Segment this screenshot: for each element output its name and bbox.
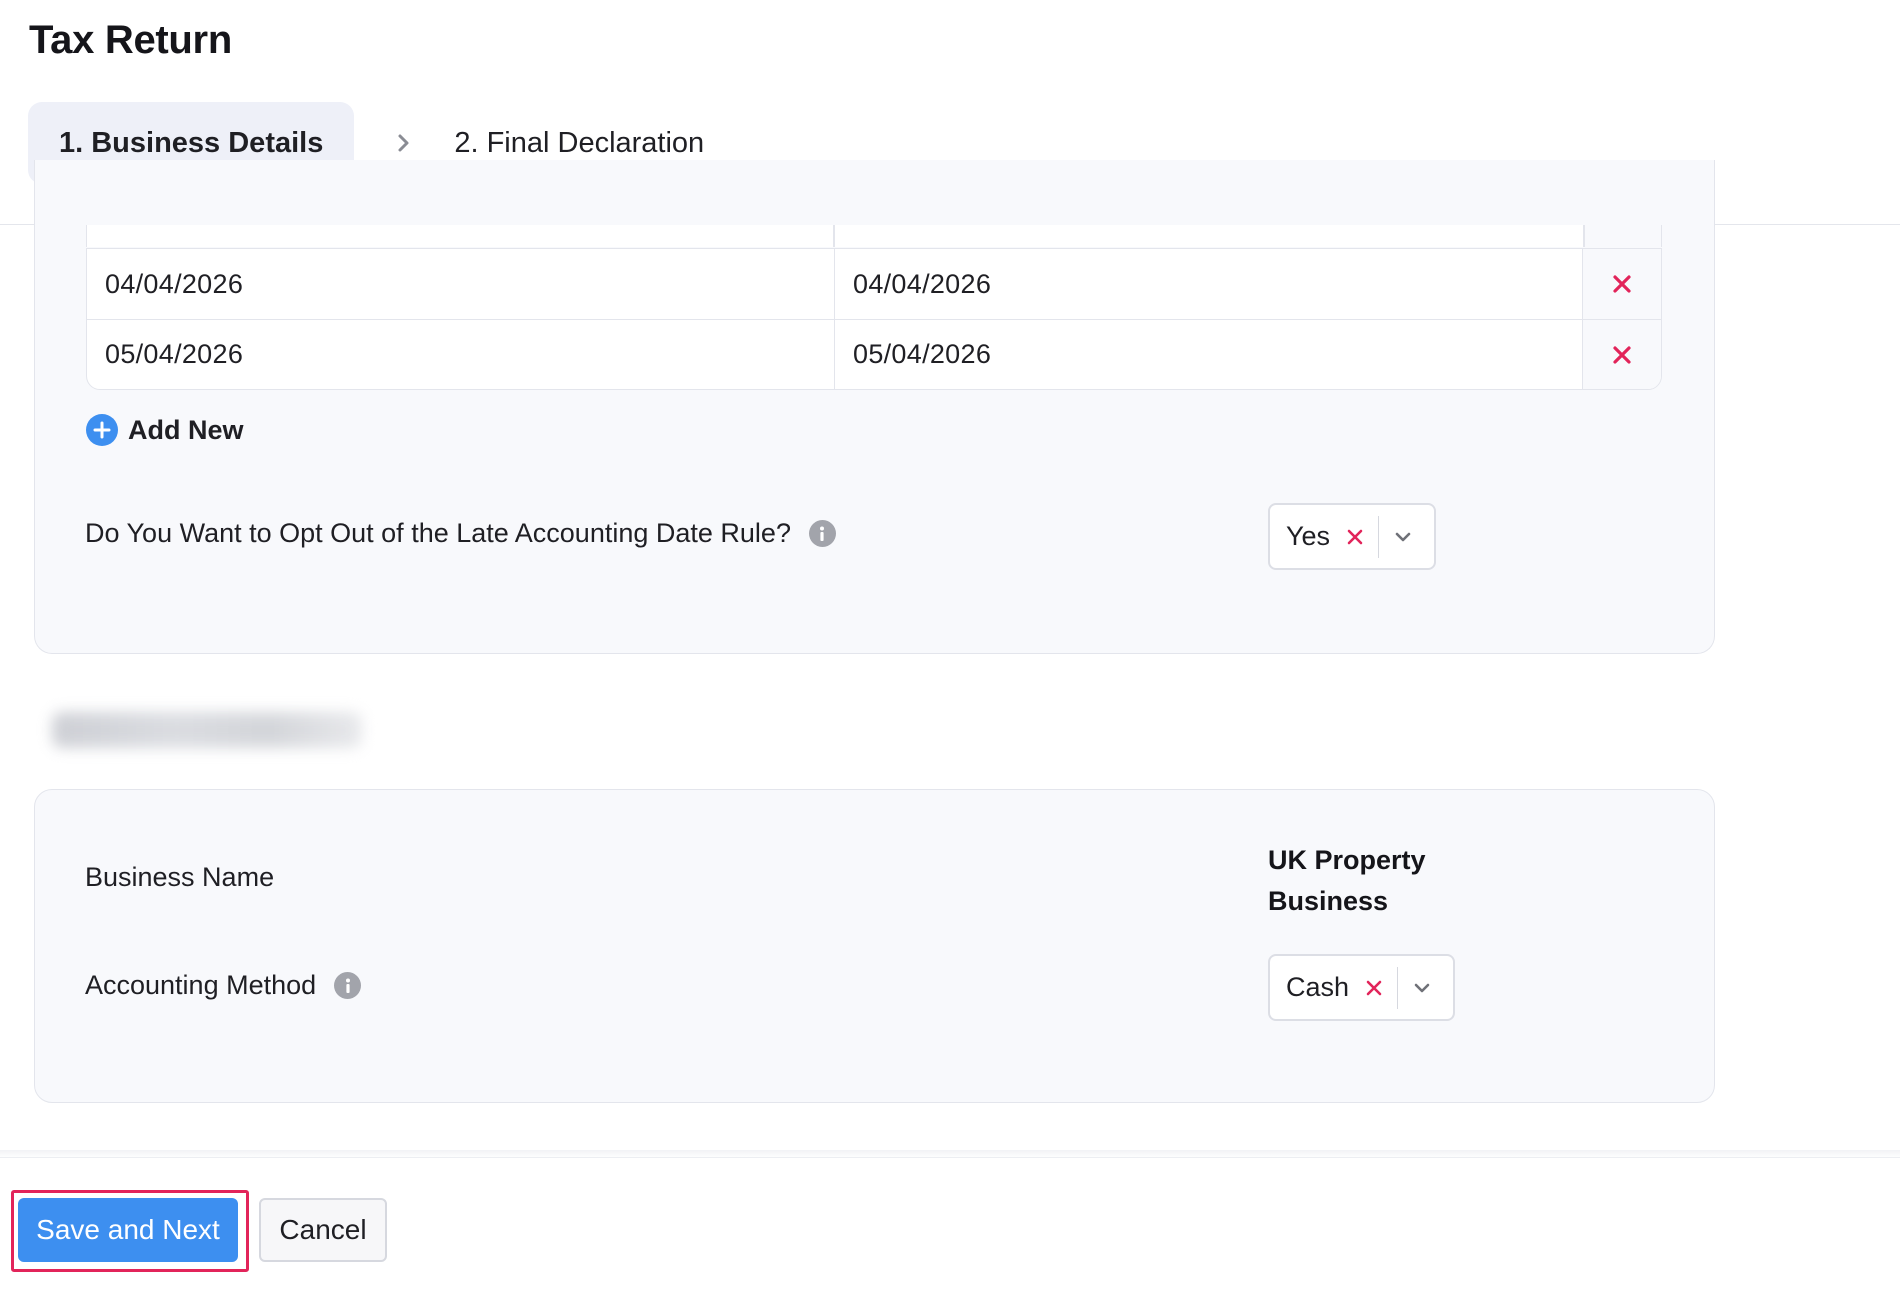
business-card — [34, 789, 1715, 1103]
late-accounting-select[interactable]: Yes — [1268, 503, 1436, 570]
business-name-label: Business Name — [85, 862, 275, 892]
start-date-field[interactable]: 05/04/2026 — [87, 320, 835, 389]
business-name-value: UK Property Business — [1268, 845, 1426, 916]
cancel-button[interactable]: Cancel — [259, 1198, 387, 1262]
chevron-right-icon — [354, 131, 454, 155]
info-icon[interactable] — [334, 972, 362, 999]
chevron-down-icon[interactable] — [1398, 982, 1446, 994]
accounting-method-label: Accounting Method — [85, 970, 317, 1000]
clear-selection-icon[interactable] — [1355, 979, 1393, 997]
business-name-row: Business Name — [85, 862, 274, 893]
footer-divider — [0, 1157, 1900, 1158]
chevron-down-icon[interactable] — [1379, 531, 1427, 543]
step-label: 2. Final Declaration — [454, 126, 705, 159]
late-accounting-label: Do You Want to Opt Out of the Late Accou… — [85, 518, 791, 548]
accounting-method-select[interactable]: Cash — [1268, 954, 1455, 1021]
add-new-button[interactable]: Add New — [86, 414, 244, 446]
close-icon — [1613, 345, 1631, 364]
step-label: 1. Business Details — [59, 126, 324, 159]
delete-row-button[interactable] — [1583, 249, 1661, 319]
clear-selection-icon[interactable] — [1336, 528, 1374, 546]
page-title: Tax Return — [29, 18, 232, 62]
info-icon[interactable] — [808, 520, 836, 547]
delete-row-button[interactable] — [1583, 320, 1661, 389]
late-accounting-question: Do You Want to Opt Out of the Late Accou… — [85, 518, 836, 549]
end-date-field[interactable]: 04/04/2026 — [835, 249, 1583, 319]
close-icon — [1613, 275, 1631, 293]
add-new-label: Add New — [128, 414, 244, 445]
save-and-next-button[interactable]: Save and Next — [18, 1198, 238, 1262]
end-date-field[interactable]: 05/04/2026 — [835, 320, 1583, 389]
selected-value: Yes — [1286, 521, 1331, 551]
table-row: 05/04/2026 05/04/2026 — [87, 319, 1661, 389]
redacted-section-heading — [52, 712, 362, 748]
accounting-method-row: Accounting Method — [85, 970, 362, 1001]
table-row-partial — [86, 225, 1662, 247]
selected-value: Cash — [1286, 972, 1350, 1002]
plus-circle-icon — [86, 414, 118, 446]
table-row: 04/04/2026 04/04/2026 — [87, 249, 1661, 319]
start-date-field[interactable]: 04/04/2026 — [87, 249, 835, 319]
date-table: 04/04/2026 04/04/2026 05/04/2026 05/04/2… — [86, 248, 1662, 390]
